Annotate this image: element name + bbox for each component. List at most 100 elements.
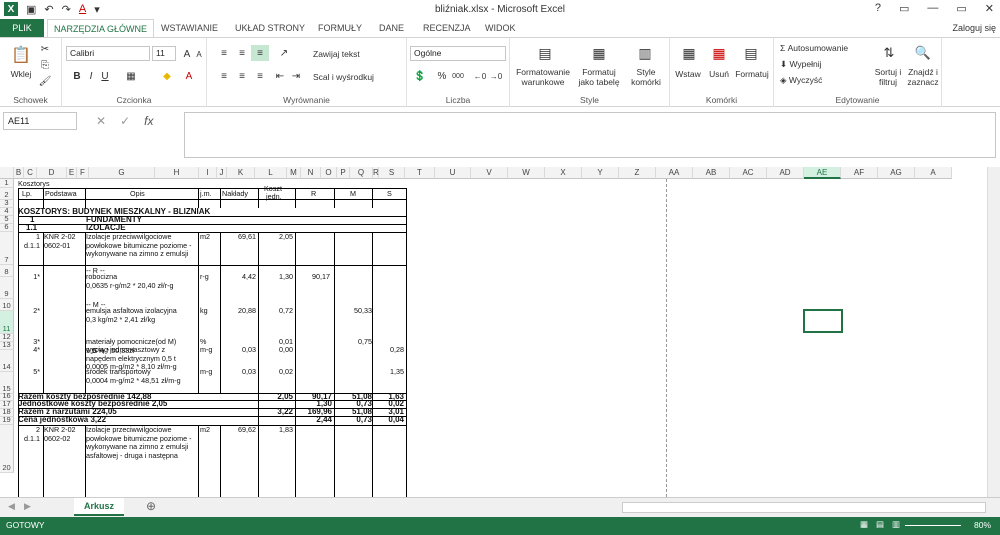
row-m[interactable]: 50,33 [336, 307, 372, 316]
paste-button[interactable]: Wklej [4, 69, 38, 79]
tab-formulas[interactable]: FORMUŁY [312, 19, 368, 37]
row-jm[interactable]: m-g [200, 368, 220, 377]
tab-insert[interactable]: WSTAWIANIE [155, 19, 224, 37]
row-opis[interactable]: 0,0004 m-g/m2 * 48,51 zł/m-g [86, 377, 201, 386]
item-opis[interactable]: Izolacje przeciwwilgociowe [86, 426, 201, 435]
item-opis[interactable]: asfaltowej - druga i następna [86, 452, 201, 461]
total-s[interactable]: 0,04 [370, 416, 404, 425]
borders-icon[interactable]: ▦ [122, 68, 140, 84]
normal-view-icon[interactable]: ▦ [860, 519, 868, 530]
row-m[interactable]: 0,75 [336, 338, 372, 347]
delete-cells-icon[interactable]: ▦ [708, 42, 730, 64]
column-header[interactable]: AB [693, 167, 730, 179]
column-header[interactable]: P [337, 167, 350, 179]
item-opis[interactable]: wykonywane na zimno z emulsji [86, 443, 201, 452]
thousands-button[interactable]: 000 [449, 68, 467, 84]
column-header[interactable]: N [301, 167, 321, 179]
row-header[interactable]: 13 [0, 340, 14, 350]
row-opis[interactable]: napędem elektrycznym 0,5 t [86, 355, 201, 364]
row-header[interactable]: 6 [0, 222, 14, 232]
column-header[interactable]: C [24, 167, 37, 179]
font-size-select[interactable]: 11 [152, 46, 176, 61]
column-header[interactable]: A [915, 167, 952, 179]
insert-function-icon[interactable]: fx [144, 114, 153, 128]
column-header[interactable]: D [37, 167, 67, 179]
row-koszt[interactable]: 0,00 [259, 346, 293, 355]
header-m[interactable]: M [350, 190, 360, 199]
row-opis[interactable]: środek transportowy [86, 368, 201, 377]
item-naklady[interactable]: 69,62 [222, 426, 256, 435]
insert-cells-icon[interactable]: ▦ [678, 42, 700, 64]
cancel-icon[interactable]: ✕ [96, 114, 106, 128]
zoom-slider[interactable] [905, 525, 961, 526]
font-color-button[interactable]: A [180, 68, 198, 84]
header-lp[interactable]: Lp. [22, 190, 42, 199]
tab-view[interactable]: WIDOK [479, 19, 522, 37]
row-header[interactable]: 8 [0, 265, 14, 277]
ribbon-display-icon[interactable]: ▭ [899, 2, 909, 15]
sheet-tab-arkusz[interactable]: Arkusz [74, 498, 124, 516]
row-header[interactable]: 19 [0, 415, 14, 425]
row-koszt[interactable]: 0,02 [259, 368, 293, 377]
copy-icon[interactable]: ⎘ [36, 57, 54, 73]
item-jm[interactable]: m2 [200, 233, 220, 242]
row-opis[interactable]: emulsja asfaltowa izolacyjna [86, 307, 201, 316]
column-header[interactable]: V [471, 167, 508, 179]
fill-button[interactable]: ⬇ Wypełnij [780, 59, 822, 69]
column-header[interactable]: F [77, 167, 89, 179]
column-header[interactable]: Z [619, 167, 656, 179]
horizontal-scrollbar[interactable] [622, 502, 986, 513]
row-naklady[interactable]: 0,03 [222, 368, 256, 377]
row-naklady[interactable]: 0,03 [222, 346, 256, 355]
insert-cells-button[interactable]: Wstaw [672, 69, 704, 79]
worksheet-grid[interactable]: B C D E F G H I J K L M N O P Q R S T U V W X Y Z AA AB AC AD AE AF AG A… [0, 167, 987, 497]
align-top-icon[interactable]: ≡ [215, 45, 233, 61]
find-select-icon[interactable]: 🔍 [912, 42, 934, 64]
column-header[interactable]: AD [767, 167, 804, 179]
row-jm[interactable]: kg [200, 307, 220, 316]
cell-styles-button[interactable]: Style komórki [624, 67, 668, 87]
column-header[interactable]: G [89, 167, 155, 179]
row-header[interactable]: 11 [0, 311, 14, 334]
format-painter-icon[interactable]: 🖌 [36, 73, 54, 89]
close-icon[interactable]: ✕ [985, 2, 994, 15]
column-header[interactable]: L [255, 167, 287, 179]
fill-color-icon[interactable]: ◆ [158, 68, 176, 84]
row-lp[interactable]: 4* [22, 346, 40, 355]
total-m[interactable]: 0,73 [336, 416, 372, 425]
delete-cells-button[interactable]: Usuń [704, 69, 734, 79]
item-lp[interactable]: 2 [22, 426, 40, 435]
wrap-text-button[interactable]: Zawijaj tekst [313, 49, 360, 59]
orientation-icon[interactable]: ↗ [275, 45, 293, 61]
header-koszt-jedn[interactable]: jedn. [266, 193, 296, 202]
tab-home[interactable]: NARZĘDZIA GŁÓWNE [47, 19, 155, 37]
column-header[interactable]: AA [656, 167, 693, 179]
header-opis[interactable]: Opis [130, 190, 160, 199]
item-lp-ref[interactable]: d.1.1 [18, 242, 40, 251]
column-header[interactable]: H [155, 167, 199, 179]
row-header[interactable]: 9 [0, 277, 14, 299]
item-opis[interactable]: powłokowe bitumiczne poziome - [86, 242, 201, 251]
row-naklady[interactable]: 4,42 [222, 273, 256, 282]
format-as-table-icon[interactable]: ▦ [588, 42, 610, 64]
autosum-button[interactable]: Σ Autosumowanie [780, 43, 848, 53]
row-header[interactable]: 7 [0, 232, 14, 265]
align-left-icon[interactable]: ≡ [215, 68, 233, 84]
item-podstawa[interactable]: 0602-01 [44, 242, 84, 251]
column-header[interactable]: AG [878, 167, 915, 179]
sign-in-link[interactable]: Zaloguj się [952, 19, 996, 37]
format-cells-button[interactable]: Formatuj [732, 69, 772, 79]
next-sheet-icon[interactable]: ▶ [24, 501, 31, 512]
total-label[interactable]: Cena jednostkowa 3,22 [18, 416, 258, 425]
column-header[interactable]: AE [804, 167, 841, 179]
column-header[interactable]: U [435, 167, 471, 179]
sort-filter-button[interactable]: Sortuj i filtruj [870, 67, 906, 87]
formula-input[interactable] [184, 112, 996, 158]
column-header[interactable]: AC [730, 167, 767, 179]
cut-icon[interactable]: ✂ [36, 41, 54, 57]
item-koszt[interactable]: 2,05 [259, 233, 293, 242]
active-cell-ae11[interactable] [803, 309, 843, 333]
item-koszt[interactable]: 1,83 [259, 426, 293, 435]
item-naklady[interactable]: 69,61 [222, 233, 256, 242]
row-s[interactable]: 1,35 [370, 368, 404, 377]
